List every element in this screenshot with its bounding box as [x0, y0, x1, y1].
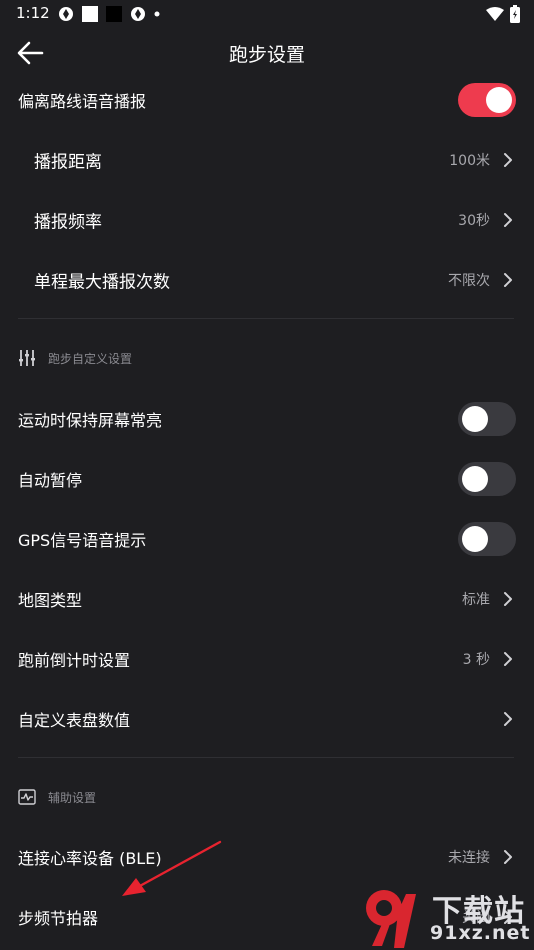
row-value: 3 秒: [462, 652, 490, 668]
row-value: 标准: [462, 592, 490, 608]
chevron-right-icon: [504, 592, 512, 606]
white-square-icon: [82, 6, 98, 22]
page-title: 跑步设置: [228, 44, 305, 66]
route-deviation-toggle[interactable]: [458, 83, 516, 117]
aperture-icon: [131, 7, 145, 21]
chevron-right-icon: [504, 652, 512, 666]
toggle-knob: [486, 87, 512, 113]
section-header-aux: 辅助设置: [18, 785, 96, 809]
row-heart-rate-device[interactable]: 连接心率设备 (BLE) 未连接: [0, 827, 534, 887]
row-broadcast-frequency[interactable]: 播报频率 30秒: [0, 190, 534, 250]
toggle-knob: [462, 406, 488, 432]
battery-icon: [510, 5, 520, 23]
row-custom-dial[interactable]: 自定义表盘数值: [0, 689, 534, 749]
row-value: 不限次: [448, 273, 490, 289]
row-route-deviation-voice[interactable]: 偏离路线语音播报: [0, 70, 534, 130]
row-value: 30秒: [458, 213, 490, 229]
row-label: 地图类型: [18, 591, 83, 610]
row-label: 自动暂停: [18, 471, 83, 490]
section-header-custom: 跑步自定义设置: [18, 346, 132, 370]
watermark: 下载站 91xz.net: [360, 884, 534, 950]
sliders-icon: [19, 350, 35, 366]
row-broadcast-distance[interactable]: 播报距离 100米: [0, 130, 534, 190]
watermark-logo-icon: [366, 890, 416, 948]
row-label: 单程最大播报次数: [34, 272, 170, 293]
chevron-right-icon: [504, 153, 512, 167]
status-bar: 1:12: [0, 0, 534, 28]
row-keep-screen-on[interactable]: 运动时保持屏幕常亮: [0, 389, 534, 449]
wifi-icon: [486, 7, 504, 21]
toggle-knob: [462, 526, 488, 552]
divider: [18, 757, 514, 758]
row-label: 偏离路线语音播报: [18, 92, 147, 111]
row-label: 连接心率设备 (BLE): [18, 849, 162, 868]
row-max-broadcast-count[interactable]: 单程最大播报次数 不限次: [0, 250, 534, 310]
auto-pause-toggle[interactable]: [458, 462, 516, 496]
divider: [18, 318, 514, 319]
row-label: 自定义表盘数值: [18, 711, 131, 730]
aperture-icon: [59, 7, 73, 21]
row-map-type[interactable]: 地图类型 标准: [0, 569, 534, 629]
row-value: 100米: [449, 153, 490, 169]
row-label: 运动时保持屏幕常亮: [18, 411, 163, 430]
notification-icons: [58, 6, 160, 22]
dot-icon: [154, 11, 160, 17]
system-icons: [486, 5, 520, 23]
watermark-url: 91xz.net: [430, 922, 531, 944]
row-label: GPS信号语音提示: [18, 531, 147, 550]
row-label: 跑前倒计时设置: [18, 651, 131, 670]
row-auto-pause[interactable]: 自动暂停: [0, 449, 534, 509]
chevron-right-icon: [504, 273, 512, 287]
black-square-icon: [106, 6, 122, 22]
row-gps-voice-tip[interactable]: GPS信号语音提示: [0, 509, 534, 569]
section-title: 辅助设置: [48, 790, 97, 805]
row-countdown[interactable]: 跑前倒计时设置 3 秒: [0, 629, 534, 689]
keep-screen-on-toggle[interactable]: [458, 402, 516, 436]
row-value: 未连接: [448, 850, 490, 866]
activity-monitor-icon: [18, 789, 36, 805]
chevron-right-icon: [504, 850, 512, 864]
section-title: 跑步自定义设置: [48, 351, 133, 366]
chevron-right-icon: [504, 213, 512, 227]
row-label: 步频节拍器: [18, 909, 99, 928]
status-time: 1:12: [16, 4, 50, 22]
gps-voice-toggle[interactable]: [458, 522, 516, 556]
chevron-right-icon: [504, 712, 512, 726]
toggle-knob: [462, 466, 488, 492]
row-label: 播报距离: [34, 152, 102, 173]
row-label: 播报频率: [34, 212, 102, 233]
